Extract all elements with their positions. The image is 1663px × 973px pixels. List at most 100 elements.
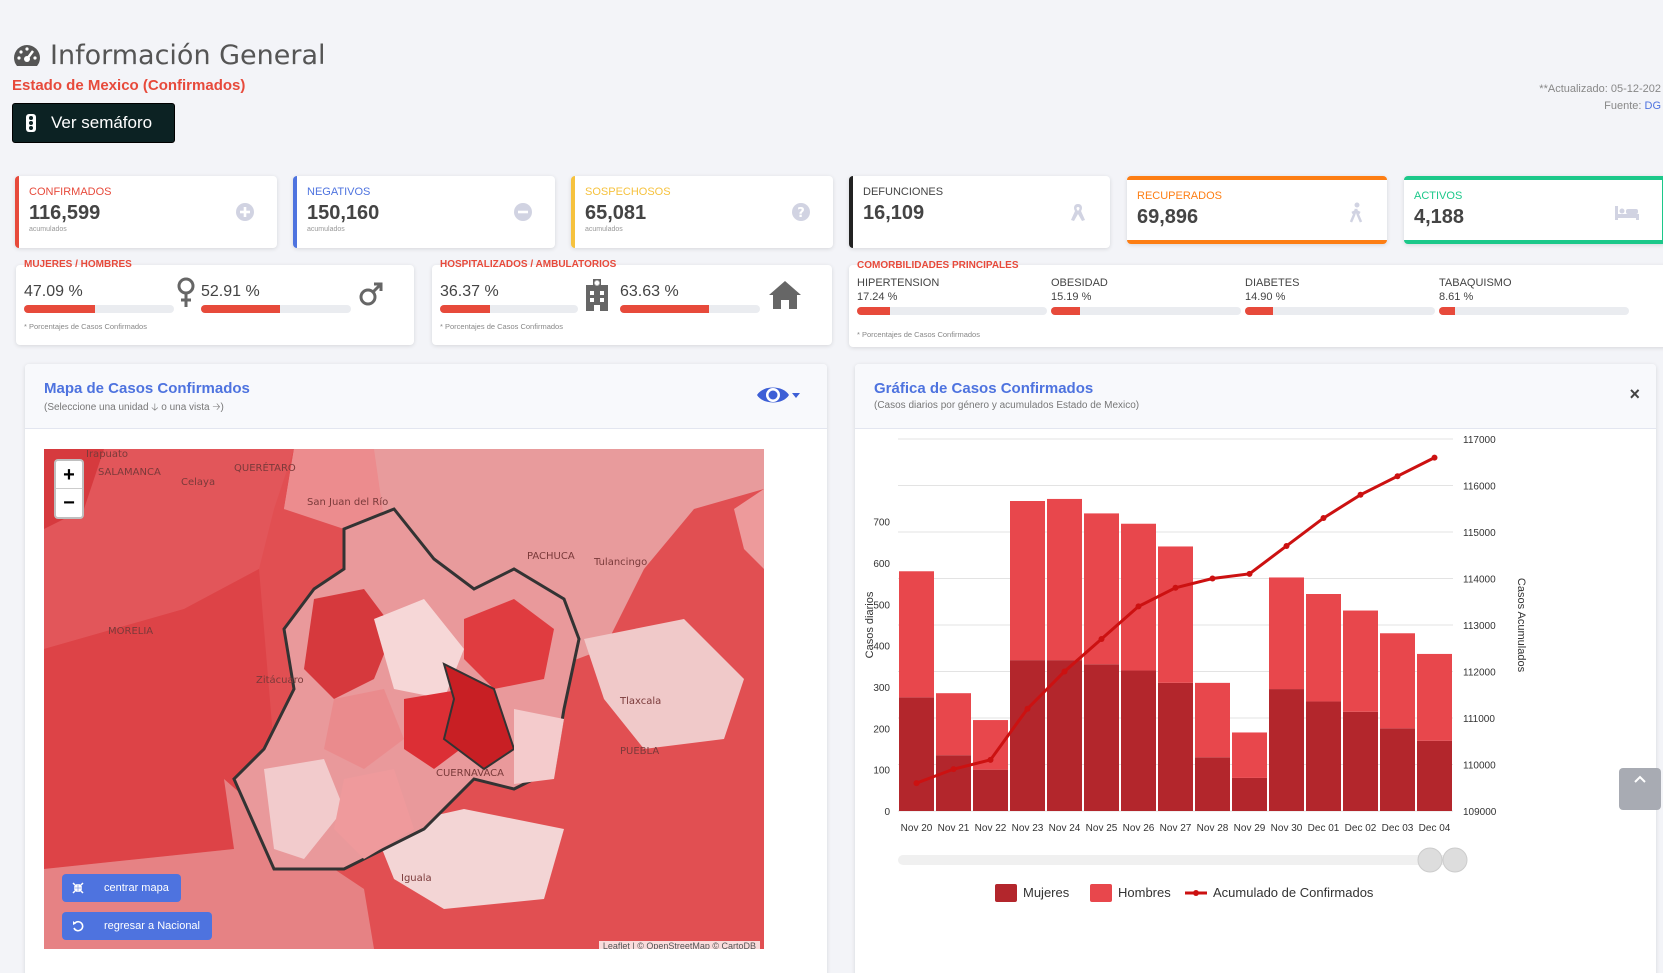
chart-panel: Gráfica de Casos Confirmados (Casos diar… bbox=[855, 364, 1656, 973]
hospitalized-pct-value: 36.37 % bbox=[440, 283, 499, 300]
gender-note: * Porcentajes de Casos Confirmados bbox=[24, 322, 147, 331]
y-axis-label: Casos diarios bbox=[864, 591, 876, 658]
x-tick-label: Nov 29 bbox=[1234, 823, 1266, 834]
home-icon bbox=[769, 281, 801, 309]
line-point bbox=[950, 766, 957, 773]
comorbidity-bar bbox=[857, 307, 1047, 315]
bed-icon bbox=[1615, 206, 1639, 220]
line-point bbox=[1098, 635, 1105, 642]
female-icon bbox=[177, 277, 195, 307]
x-tick-label: Nov 22 bbox=[975, 823, 1007, 834]
right-tick-label: 109000 bbox=[1463, 807, 1497, 818]
x-tick-label: Dec 01 bbox=[1308, 823, 1340, 834]
map-place-label: Tlaxcala bbox=[619, 696, 661, 707]
suspects-card[interactable]: SOSPECHOSOS 65,081 acumulados ? bbox=[571, 176, 833, 248]
walking-icon bbox=[1349, 202, 1363, 223]
map-attribution[interactable]: Leaflet | © OpenStreetMap © CartoDB bbox=[598, 941, 760, 949]
comorbidities-panel: COMORBILIDADES PRINCIPALES HIPERTENSION … bbox=[849, 260, 1663, 347]
eye-icon bbox=[757, 387, 789, 403]
comorbidity-bar bbox=[1245, 307, 1435, 315]
card-label: ACTIVOS bbox=[1414, 190, 1463, 202]
bar-mujeres bbox=[1380, 728, 1415, 811]
bar-mujeres bbox=[1417, 740, 1452, 811]
gender-panel: MUJERES / HOMBRES 47.09 % 52.91 % * Porc… bbox=[16, 259, 414, 345]
map-place-label: PACHUCA bbox=[527, 551, 575, 562]
source-link[interactable]: DG bbox=[1645, 100, 1662, 112]
women-bar bbox=[24, 305, 174, 313]
bar-mujeres bbox=[1306, 701, 1341, 811]
confirmed-card[interactable]: CONFIRMADOS 116,599 acumulados bbox=[15, 176, 277, 248]
comorbidity-pct: 14.90 % bbox=[1245, 291, 1286, 303]
updated-date: **Actualizado: 05-12-202 bbox=[1539, 83, 1661, 95]
deaths-card[interactable]: DEFUNCIONES 16,109 bbox=[849, 176, 1110, 248]
center-map-button[interactable]: centrar mapa bbox=[62, 874, 181, 902]
chevron-up-icon bbox=[1634, 775, 1646, 783]
bar-mujeres bbox=[1010, 660, 1045, 811]
hospitalized-bar bbox=[440, 305, 578, 313]
women-pct-value: 47.09 % bbox=[24, 283, 83, 300]
men-pct-value: 52.91 % bbox=[201, 283, 260, 300]
chart-scrollbar bbox=[898, 855, 1453, 865]
line-point bbox=[1024, 705, 1031, 712]
bar-hombres bbox=[1047, 498, 1082, 661]
close-chart-button[interactable]: × bbox=[1629, 384, 1640, 405]
map-place-label: Celaya bbox=[181, 477, 215, 488]
comorbidity-pct: 15.19 % bbox=[1051, 291, 1092, 303]
cases-chart[interactable]: 109000 110000 111000 112000 113000 114000 1150… bbox=[855, 429, 1656, 973]
bar-mujeres bbox=[936, 755, 971, 811]
page-title: Información General bbox=[12, 40, 326, 71]
y-axis-right-label: Casos Acumulados bbox=[1515, 578, 1527, 673]
active-card[interactable]: ACTIVOS 4,188 bbox=[1404, 176, 1663, 244]
bar-mujeres bbox=[1195, 757, 1230, 811]
x-tick-label: Nov 28 bbox=[1197, 823, 1229, 834]
comorbidity-hipertension: HIPERTENSION 17.24 % bbox=[857, 277, 1047, 315]
line-point bbox=[1172, 584, 1179, 591]
legend-label: Mujeres bbox=[1023, 885, 1070, 900]
bar-hombres bbox=[1417, 653, 1452, 741]
map-place-label: Tulancingo bbox=[593, 557, 647, 568]
hospital-panel: HOSPITALIZADOS / AMBULATORIOS 36.37 % 63… bbox=[432, 259, 832, 345]
semaforo-button[interactable]: Ver semáforo bbox=[12, 103, 175, 143]
right-tick-label: 111000 bbox=[1463, 714, 1495, 725]
x-tick-label: Nov 30 bbox=[1271, 823, 1303, 834]
left-tick-label: 100 bbox=[873, 766, 890, 777]
card-label: SOSPECHOSOS bbox=[585, 186, 671, 198]
card-sub: acumulados bbox=[585, 226, 623, 233]
map-panel-subtitle: (Seleccione una unidad 🡣 o una vista 🡢) bbox=[44, 402, 224, 413]
men-pct: 52.91 % bbox=[201, 283, 351, 313]
bar-mujeres bbox=[1269, 689, 1304, 811]
zoom-out-button[interactable]: − bbox=[56, 489, 82, 517]
x-tick-label: Nov 21 bbox=[938, 823, 970, 834]
scroll-top-button[interactable] bbox=[1619, 768, 1661, 810]
card-value: 150,160 bbox=[307, 202, 380, 224]
card-value: 16,109 bbox=[863, 202, 925, 224]
zoom-in-button[interactable]: + bbox=[56, 461, 82, 489]
minus-circle-icon bbox=[514, 203, 532, 221]
x-tick-label: Dec 02 bbox=[1345, 823, 1377, 834]
bar-mujeres bbox=[1084, 664, 1119, 811]
line-point bbox=[913, 780, 920, 787]
choropleth-map[interactable]: Irapuato SALAMANCA Celaya QUERÉTARO San … bbox=[44, 449, 764, 949]
comorbidity-bar bbox=[1051, 307, 1241, 315]
undo-icon bbox=[73, 920, 84, 932]
negatives-card[interactable]: NEGATIVOS 150,160 acumulados bbox=[293, 176, 555, 248]
legend-label: Hombres bbox=[1118, 885, 1171, 900]
comorbidity-name: DIABETES bbox=[1245, 277, 1300, 289]
center-map-label: centrar mapa bbox=[104, 882, 169, 894]
bar-mujeres bbox=[899, 697, 934, 811]
map-place-label: MORELIA bbox=[108, 626, 153, 637]
x-tick-label: Nov 25 bbox=[1086, 823, 1118, 834]
bar-hombres bbox=[936, 693, 971, 756]
map-place-label: Zitácuaro bbox=[256, 674, 304, 686]
bar-hombres bbox=[1343, 610, 1378, 712]
card-label: NEGATIVOS bbox=[307, 186, 371, 198]
back-national-button[interactable]: regresar a Nacional bbox=[62, 912, 212, 940]
recovered-card[interactable]: RECUPERADOS 69,896 bbox=[1127, 176, 1387, 244]
bar-hombres bbox=[1121, 523, 1156, 671]
scroll-handle bbox=[1442, 847, 1468, 873]
card-label: DEFUNCIONES bbox=[863, 186, 944, 198]
card-sub: acumulados bbox=[307, 226, 345, 233]
comorbidity-pct: 17.24 % bbox=[857, 291, 898, 303]
chart-panel-header: Gráfica de Casos Confirmados (Casos diar… bbox=[855, 364, 1656, 429]
view-dropdown[interactable] bbox=[755, 382, 801, 408]
